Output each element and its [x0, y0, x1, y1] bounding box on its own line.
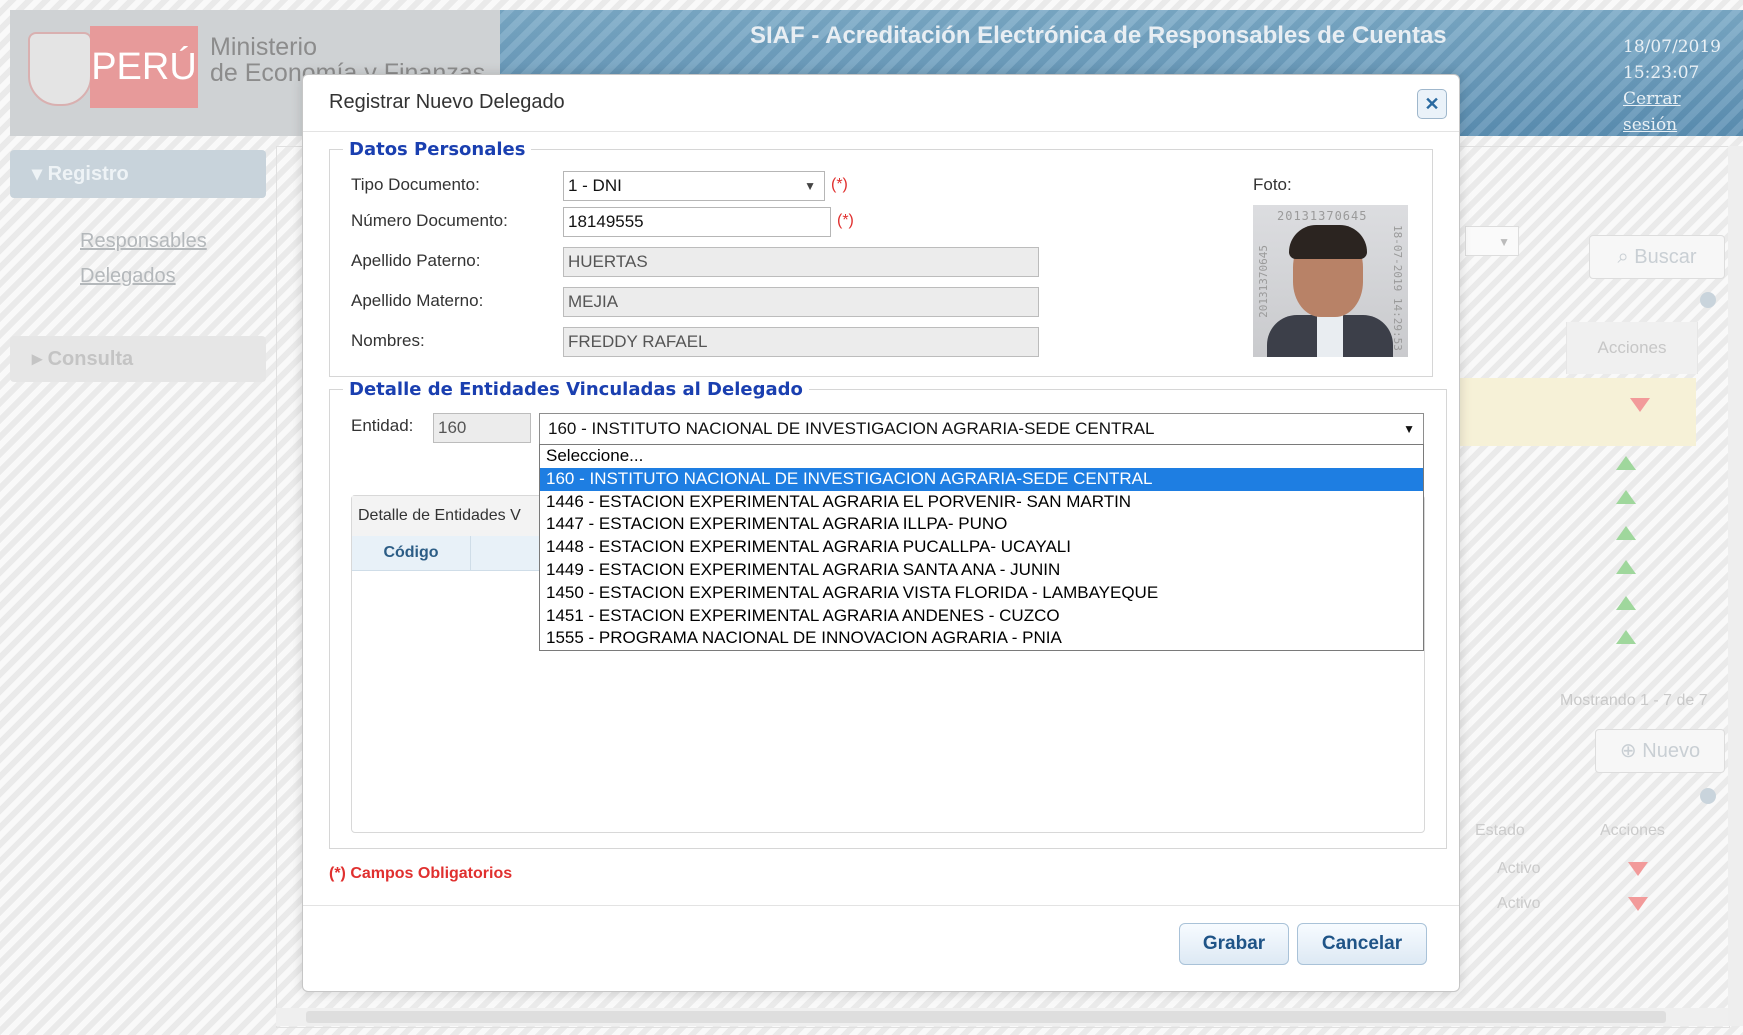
app-title: SIAF - Acreditación Electrónica de Respo… — [750, 22, 1447, 49]
nombres-label: Nombres: — [351, 331, 425, 350]
sidebar-section-registro[interactable]: ▾ Registro — [10, 150, 266, 198]
entidad-label: Entidad: — [351, 416, 414, 435]
numero-documento-label: Número Documento: — [351, 211, 508, 230]
entidad-option[interactable]: 1447 - ESTACION EXPERIMENTAL AGRARIA ILL… — [540, 513, 1423, 536]
search-button-label: Buscar — [1634, 246, 1697, 268]
apellido-paterno-input: HUERTAS — [563, 247, 1039, 277]
arrow-up-icon[interactable] — [1616, 456, 1636, 470]
sidebar-consulta-label: Consulta — [47, 348, 134, 370]
arrow-down-icon[interactable] — [1628, 897, 1648, 911]
arrow-up-icon[interactable] — [1616, 526, 1636, 540]
coat-of-arms-icon — [28, 32, 92, 106]
arrow-up-icon[interactable] — [1616, 630, 1636, 644]
apellido-materno-input: MEJIA — [563, 287, 1039, 317]
status-activo: Activo — [1497, 860, 1541, 877]
register-delegate-dialog: Registrar Nuevo Delegado ✕ Datos Persona… — [302, 74, 1460, 992]
sidebar: ▾ Registro Responsables Delegados ▸ Cons… — [10, 150, 266, 382]
scrollbar-thumb[interactable] — [306, 1011, 1666, 1023]
bg-select[interactable]: ▼ — [1465, 226, 1519, 256]
entidad-option[interactable]: 1451 - ESTACION EXPERIMENTAL AGRARIA AND… — [540, 605, 1423, 628]
chevron-down-icon: ▼ — [804, 179, 816, 193]
photo-stamp-side: 18-07-2019 14:29:53 — [1391, 225, 1404, 351]
grid-title: Detalle de Entidades V — [358, 507, 521, 524]
sidebar-item-responsables[interactable]: Responsables — [80, 224, 266, 259]
required-mark: (*) — [831, 176, 848, 193]
column-codigo[interactable]: Código — [352, 536, 471, 570]
entidad-option[interactable]: 1555 - PROGRAMA NACIONAL DE INNOVACION A… — [540, 627, 1423, 650]
arrow-up-icon[interactable] — [1616, 596, 1636, 610]
entidad-option[interactable]: 1448 - ESTACION EXPERIMENTAL AGRARIA PUC… — [540, 536, 1423, 559]
arrow-up-icon[interactable] — [1616, 490, 1636, 504]
horizontal-scrollbar[interactable] — [276, 1008, 1728, 1026]
nombres-input: FREDDY RAFAEL — [563, 327, 1039, 357]
photo-stamp-left: 20131370645 — [1257, 245, 1270, 318]
entidad-option[interactable]: Seleccione... — [540, 445, 1423, 468]
sidebar-section-consulta[interactable]: ▸ Consulta — [10, 336, 266, 382]
sidebar-links: Responsables Delegados — [10, 198, 266, 324]
new-button[interactable]: ⊕ Nuevo — [1595, 729, 1725, 773]
apellido-paterno-label: Apellido Paterno: — [351, 251, 481, 270]
entidad-options-list: Seleccione... 160 - INSTITUTO NACIONAL D… — [539, 444, 1424, 651]
entidad-select[interactable]: 160 - INSTITUTO NACIONAL DE INVESTIGACIO… — [539, 413, 1424, 445]
ministry-line1: Ministerio — [210, 33, 317, 61]
header-time: 15:23:07 — [1623, 63, 1700, 83]
required-fields-note: (*) Campos Obligatorios — [329, 865, 513, 882]
column-estado: Estado — [1475, 822, 1525, 839]
arrow-up-icon[interactable] — [1616, 560, 1636, 574]
header-date: 18/07/2019 — [1623, 37, 1721, 57]
collapse-icon[interactable] — [1700, 788, 1716, 804]
entidades-legend: Detalle de Entidades Vinculadas al Deleg… — [343, 379, 809, 400]
arrow-down-icon[interactable] — [1628, 862, 1648, 876]
dialog-title: Registrar Nuevo Delegado — [329, 91, 565, 113]
arrow-down-icon[interactable] — [1630, 398, 1650, 412]
photo-hair — [1289, 225, 1367, 259]
photo-shirt — [1317, 315, 1343, 357]
logout-link[interactable]: Cerrar sesión — [1623, 86, 1733, 138]
numero-documento-input[interactable]: 18149555 — [563, 207, 831, 237]
chevron-down-icon: ▼ — [1403, 422, 1415, 436]
tipo-documento-label: Tipo Documento: — [351, 175, 480, 194]
new-button-label: Nuevo — [1642, 740, 1701, 762]
datos-personales-legend: Datos Personales — [343, 139, 532, 160]
collapse-icon[interactable] — [1700, 292, 1716, 308]
sidebar-registro-label: Registro — [47, 163, 129, 185]
entidad-option-selected[interactable]: 160 - INSTITUTO NACIONAL DE INVESTIGACIO… — [540, 467, 1423, 491]
pagination-info: Mostrando 1 - 7 de 7 — [1560, 692, 1708, 709]
tipo-documento-value: 1 - DNI — [568, 176, 622, 195]
search-button[interactable]: ⌕ Buscar — [1589, 235, 1725, 279]
foto-label: Foto: — [1253, 175, 1292, 194]
delegate-photo: 20131370645 18-07-2019 14:29:53 20131370… — [1253, 205, 1408, 357]
cancelar-button[interactable]: Cancelar — [1297, 923, 1427, 965]
close-icon[interactable]: ✕ — [1417, 89, 1447, 119]
app-background: PERÚ Ministerio de Economía y Finanzas S… — [0, 0, 1743, 1035]
entidad-option[interactable]: 1450 - ESTACION EXPERIMENTAL AGRARIA VIS… — [540, 582, 1423, 605]
required-mark: (*) — [837, 212, 854, 229]
dialog-titlebar: Registrar Nuevo Delegado ✕ — [303, 75, 1459, 132]
entidad-option[interactable]: 1449 - ESTACION EXPERIMENTAL AGRARIA SAN… — [540, 559, 1423, 582]
status-activo: Activo — [1497, 895, 1541, 912]
apellido-materno-label: Apellido Materno: — [351, 291, 484, 310]
sidebar-item-delegados[interactable]: Delegados — [80, 259, 266, 294]
logo-peru: PERÚ — [90, 26, 198, 108]
header-datetime: 18/07/2019 15:23:07 Cerrar sesión — [1623, 34, 1733, 138]
photo-stamp-top: 20131370645 — [1277, 209, 1368, 223]
entidad-code-input: 160 — [433, 413, 531, 443]
dialog-footer-divider — [303, 905, 1459, 906]
grabar-button[interactable]: Grabar — [1179, 923, 1289, 965]
column-acciones: Acciones — [1566, 322, 1698, 374]
entidad-option[interactable]: 1446 - ESTACION EXPERIMENTAL AGRARIA EL … — [540, 491, 1423, 514]
entidad-selected-value: 160 - INSTITUTO NACIONAL DE INVESTIGACIO… — [548, 419, 1155, 438]
vertical-scrollbar[interactable] — [1728, 146, 1743, 1026]
column-acciones-2: Acciones — [1600, 822, 1665, 839]
tipo-documento-select[interactable]: 1 - DNI ▼ — [563, 171, 825, 201]
